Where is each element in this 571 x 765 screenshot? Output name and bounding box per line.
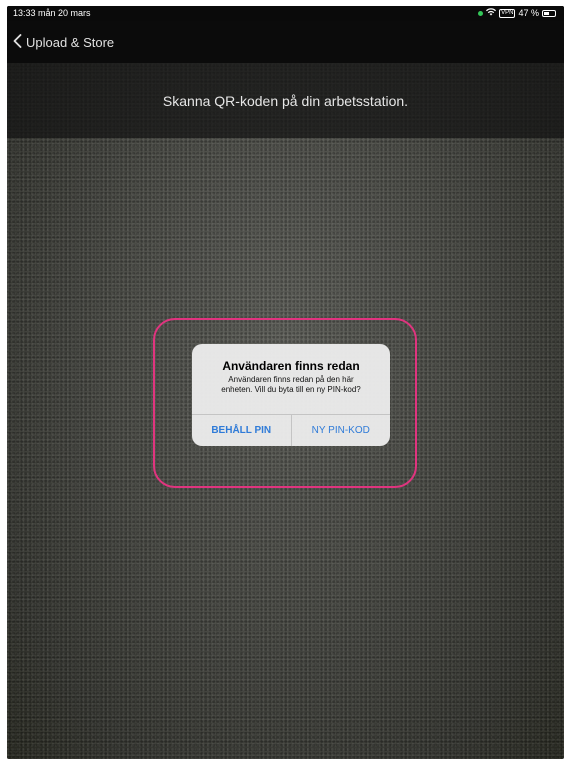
navigation-bar: Upload & Store — [7, 21, 564, 63]
dialog-message: Användaren finns redan på den här enhete… — [221, 375, 361, 394]
keep-pin-button[interactable]: BEHÅLL PIN — [192, 415, 291, 446]
back-label: Upload & Store — [26, 35, 115, 50]
device-screen: 13:33 mån 20 mars VPN 47 % Upload & Stor… — [7, 6, 564, 759]
instruction-banner: Skanna QR-koden på din arbetsstation. — [7, 63, 564, 138]
battery-percent: 47 % — [518, 8, 539, 18]
chevron-left-icon — [13, 34, 22, 51]
alert-dialog: Användaren finns redan Användaren finns … — [192, 344, 390, 446]
dialog-title: Användaren finns redan — [222, 359, 360, 373]
status-bar: 13:33 mån 20 mars VPN 47 % — [7, 6, 564, 21]
dialog-button-row: BEHÅLL PIN NY PIN-KOD — [192, 414, 390, 446]
battery-icon — [542, 9, 556, 17]
vpn-badge: VPN — [499, 8, 516, 18]
new-pin-button[interactable]: NY PIN-KOD — [292, 415, 391, 446]
green-dot-icon — [478, 10, 484, 16]
status-indicators: VPN 47 % — [478, 8, 556, 18]
scan-instruction: Skanna QR-koden på din arbetsstation. — [162, 93, 409, 109]
back-button[interactable]: Upload & Store — [13, 34, 114, 51]
wifi-icon — [486, 8, 497, 18]
status-time: 13:33 mån 20 mars — [13, 8, 91, 18]
